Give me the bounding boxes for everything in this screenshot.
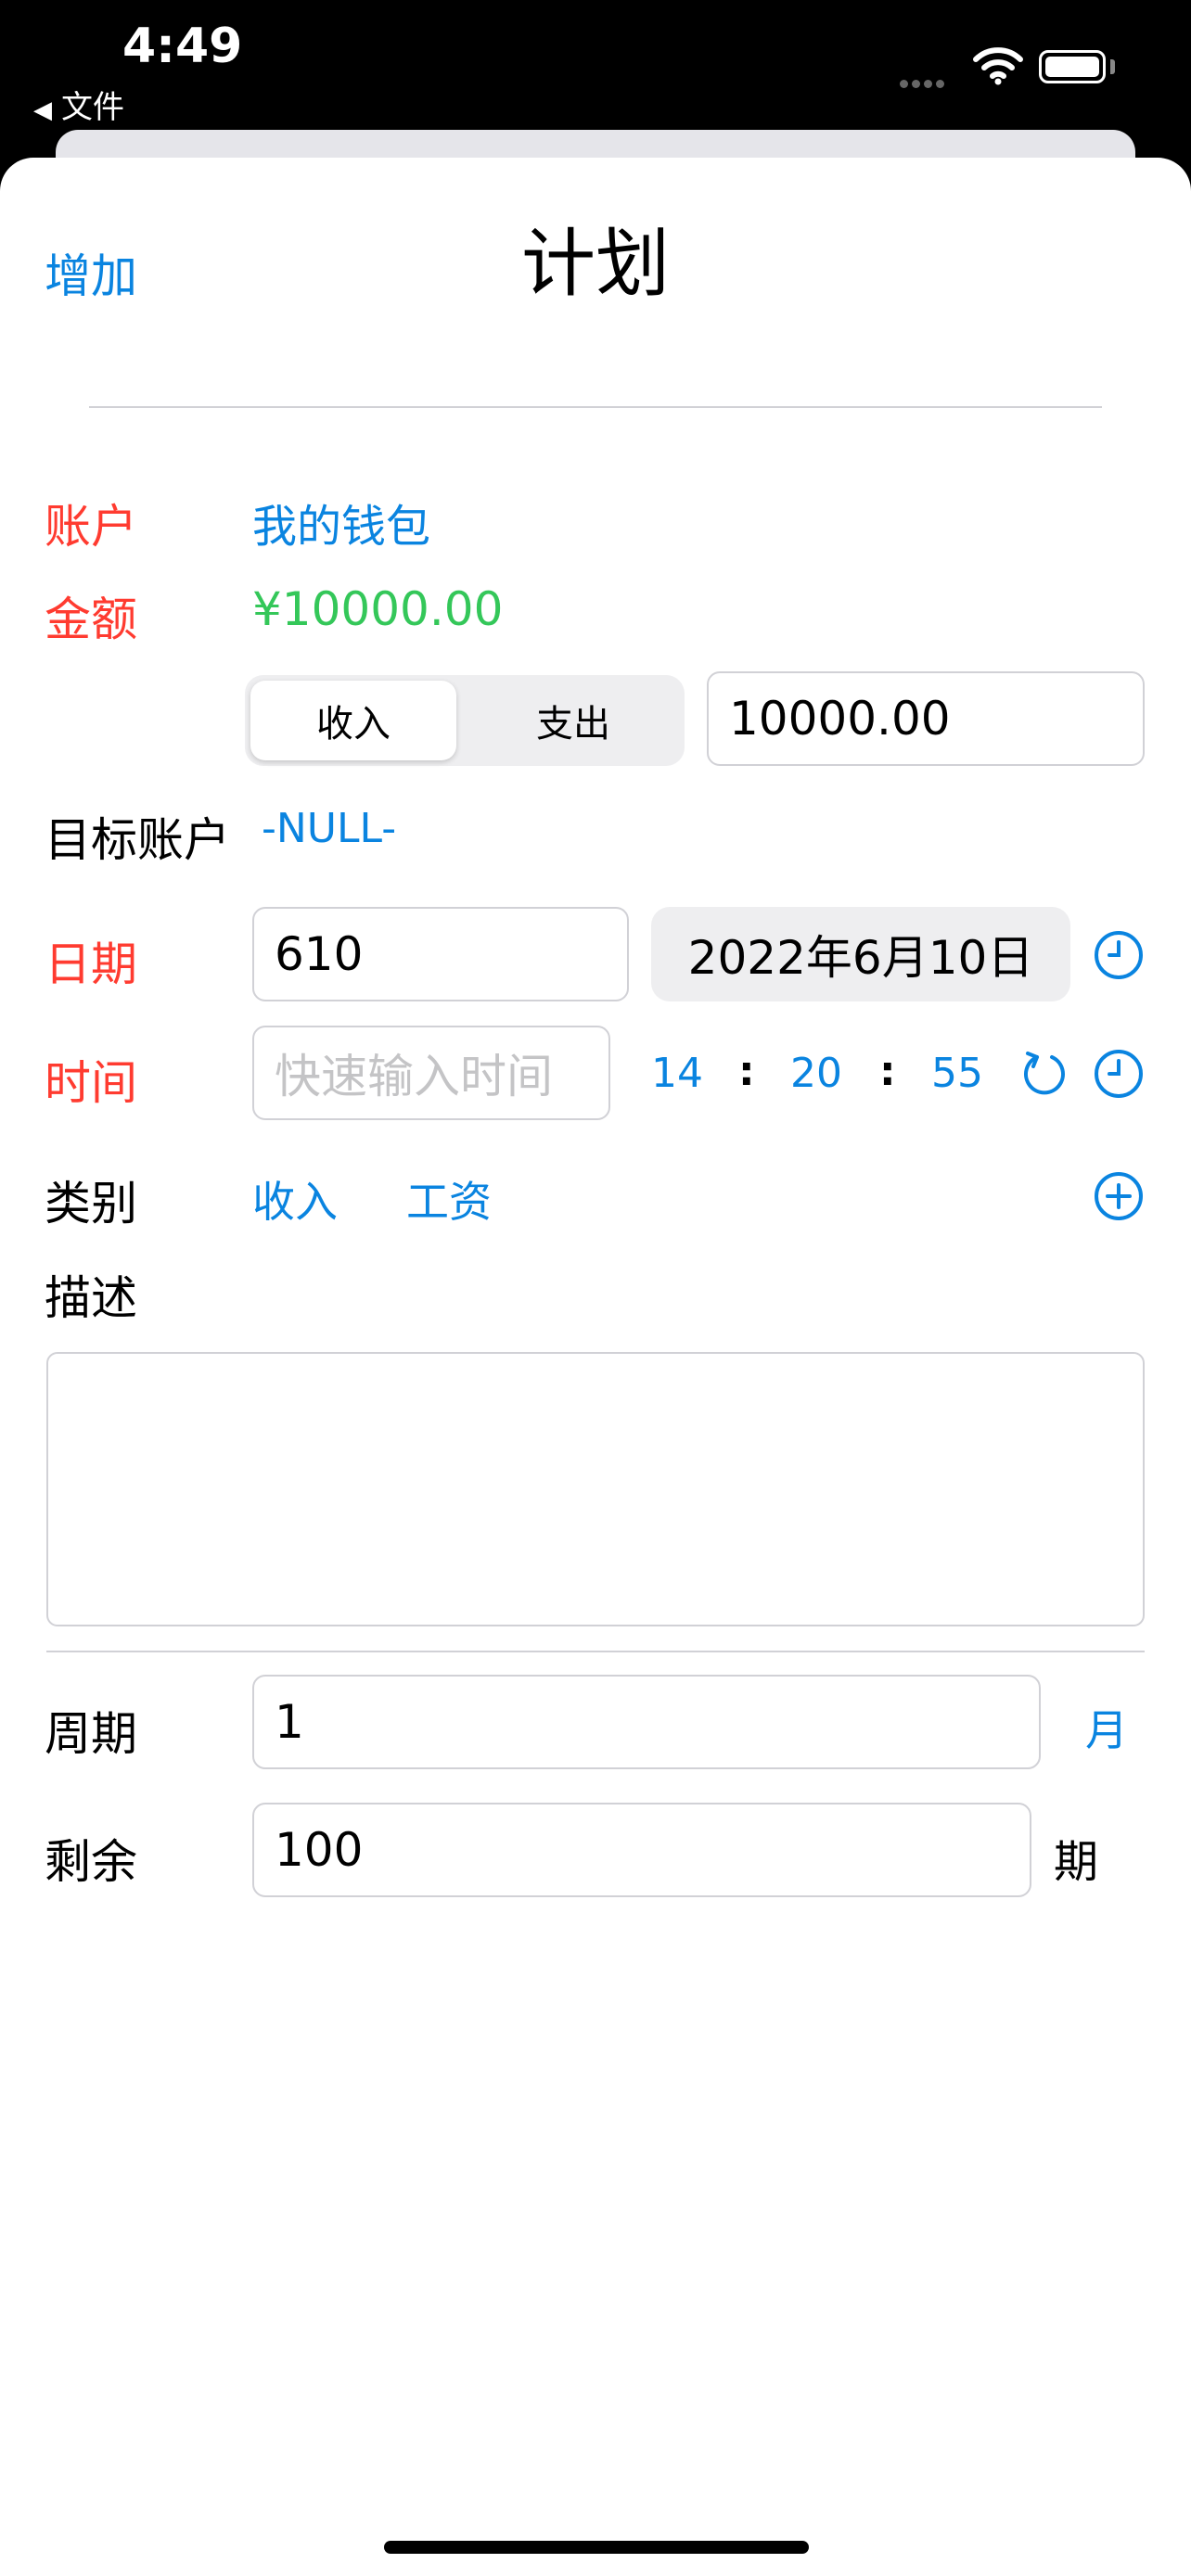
time-label: 时间 bbox=[45, 1056, 137, 1110]
remaining-input[interactable]: 100 bbox=[252, 1803, 1031, 1897]
date-picker[interactable]: 2022年6月10日 bbox=[651, 907, 1070, 1001]
date-clock-icon[interactable] bbox=[1093, 929, 1145, 985]
time-quick-input[interactable]: 快速输入时间 bbox=[252, 1026, 610, 1120]
home-indicator[interactable] bbox=[384, 2541, 809, 2554]
time-separator: : bbox=[738, 1048, 755, 1095]
category-primary[interactable]: 收入 bbox=[252, 1168, 338, 1230]
date-label: 日期 bbox=[45, 937, 137, 991]
cellular-signal-icon bbox=[900, 74, 948, 92]
battery-icon bbox=[1039, 50, 1106, 83]
segment-income[interactable]: 收入 bbox=[250, 681, 456, 760]
remaining-label: 剩余 bbox=[45, 1835, 137, 1889]
amount-display: ¥10000.00 bbox=[252, 582, 504, 636]
time-hour[interactable]: 14 bbox=[651, 1050, 703, 1097]
category-secondary[interactable]: 工资 bbox=[406, 1168, 492, 1230]
add-category-icon[interactable] bbox=[1093, 1170, 1145, 1226]
battery-tip bbox=[1110, 59, 1115, 74]
target-account-label: 目标账户 bbox=[45, 813, 230, 867]
description-label: 描述 bbox=[45, 1271, 137, 1325]
amount-label: 金额 bbox=[45, 593, 137, 646]
wifi-icon bbox=[972, 45, 1024, 89]
header-divider bbox=[89, 406, 1102, 408]
back-to-app-link[interactable]: ◀ 文件 bbox=[33, 82, 124, 127]
reset-time-icon[interactable] bbox=[1018, 1048, 1070, 1103]
back-app-label: 文件 bbox=[61, 89, 124, 126]
page-title: 计划 bbox=[521, 221, 670, 307]
time-separator: : bbox=[879, 1048, 896, 1095]
period-unit-button[interactable]: 月 bbox=[1085, 1697, 1128, 1758]
category-label: 类别 bbox=[45, 1177, 137, 1231]
back-triangle-icon: ◀ bbox=[33, 96, 52, 124]
remaining-unit: 期 bbox=[1054, 1836, 1099, 1888]
target-account-value[interactable]: -NULL- bbox=[262, 805, 396, 852]
account-label: 账户 bbox=[45, 500, 137, 554]
time-minute[interactable]: 20 bbox=[790, 1050, 842, 1097]
period-input[interactable]: 1 bbox=[252, 1675, 1041, 1769]
description-divider bbox=[46, 1651, 1145, 1652]
description-textarea[interactable] bbox=[46, 1352, 1145, 1626]
segment-expense[interactable]: 支出 bbox=[464, 681, 683, 760]
time-second[interactable]: 55 bbox=[931, 1050, 983, 1097]
date-input[interactable]: 610 bbox=[252, 907, 629, 1001]
period-label: 周期 bbox=[45, 1707, 137, 1761]
status-time: 4:49 bbox=[122, 19, 243, 74]
time-clock-icon[interactable] bbox=[1093, 1048, 1145, 1103]
amount-input[interactable]: 10000.00 bbox=[707, 671, 1145, 766]
account-value[interactable]: 我的钱包 bbox=[252, 490, 430, 555]
